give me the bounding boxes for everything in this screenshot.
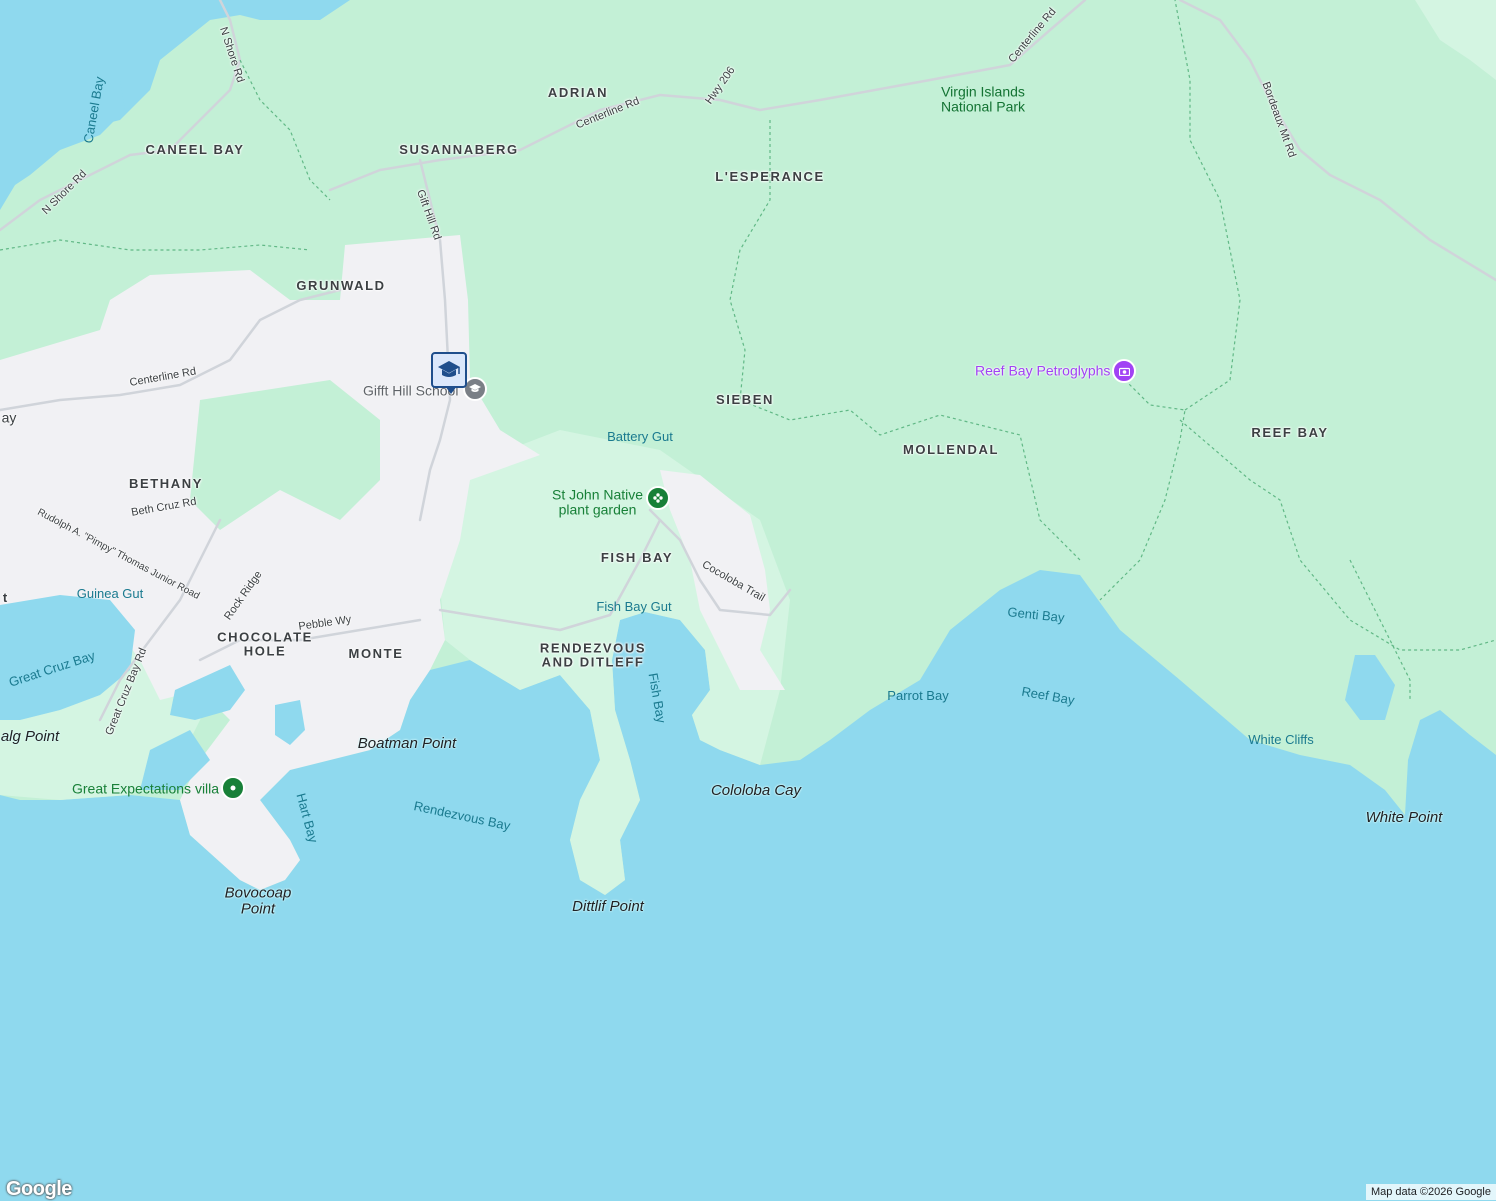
pin-glyph: [230, 785, 236, 791]
place-label: SIEBEN: [715, 392, 775, 408]
place-label: ADRIAN: [547, 85, 609, 101]
point-label: Boatman Point: [357, 735, 457, 753]
place-label: REEF BAY: [1251, 425, 1329, 441]
map-attribution[interactable]: Map data ©2026 Google: [1365, 1184, 1496, 1200]
water-label: Battery Gut: [607, 429, 673, 445]
point-label: Dittlif Point: [572, 898, 644, 916]
poi-villa-label[interactable]: Great Expectations villa: [72, 781, 219, 797]
water-label: White Cliffs: [1248, 732, 1314, 748]
poi-garden-label[interactable]: St John Native plant garden: [552, 487, 643, 517]
graduation-cap-icon: [438, 361, 460, 377]
flower-icon[interactable]: [646, 486, 670, 510]
edge-label: ay: [1, 409, 17, 426]
point-label: Bovocoap Point: [224, 884, 292, 917]
point-label: White Point: [1365, 809, 1443, 827]
google-logo: Google: [6, 1178, 72, 1200]
pin-icon[interactable]: [221, 776, 245, 800]
camera-icon[interactable]: [1112, 359, 1136, 383]
water-label: Guinea Gut: [76, 586, 144, 602]
flower-glyph: [653, 493, 663, 503]
water-label: Fish Bay Gut: [596, 599, 672, 615]
point-label: Cololoba Cay: [710, 782, 802, 800]
school-marker[interactable]: [431, 352, 467, 394]
point-label: alg Point: [0, 728, 60, 746]
place-label: MONTE: [348, 646, 404, 662]
place-label: CHOCOLATE HOLE: [217, 629, 313, 658]
school-glyph: [469, 384, 481, 392]
place-label: RENDEZVOUS AND DITLEFF: [539, 640, 647, 669]
place-label: SUSANNABERG: [399, 142, 519, 158]
place-label: L'ESPERANCE: [715, 169, 825, 185]
place-label: CANEEL BAY: [145, 142, 245, 158]
poi-petroglyphs-label[interactable]: Reef Bay Petroglyphs: [975, 363, 1110, 379]
place-label: GRUNWALD: [296, 278, 386, 294]
edge-label: t: [2, 590, 8, 606]
national-park-label[interactable]: Virgin Islands National Park: [941, 84, 1025, 114]
place-label: MOLLENDAL: [903, 442, 999, 458]
water-label: Parrot Bay: [887, 688, 949, 704]
camera-glyph: [1118, 367, 1130, 376]
place-label: BETHANY: [128, 476, 204, 492]
place-label: FISH BAY: [600, 550, 674, 566]
